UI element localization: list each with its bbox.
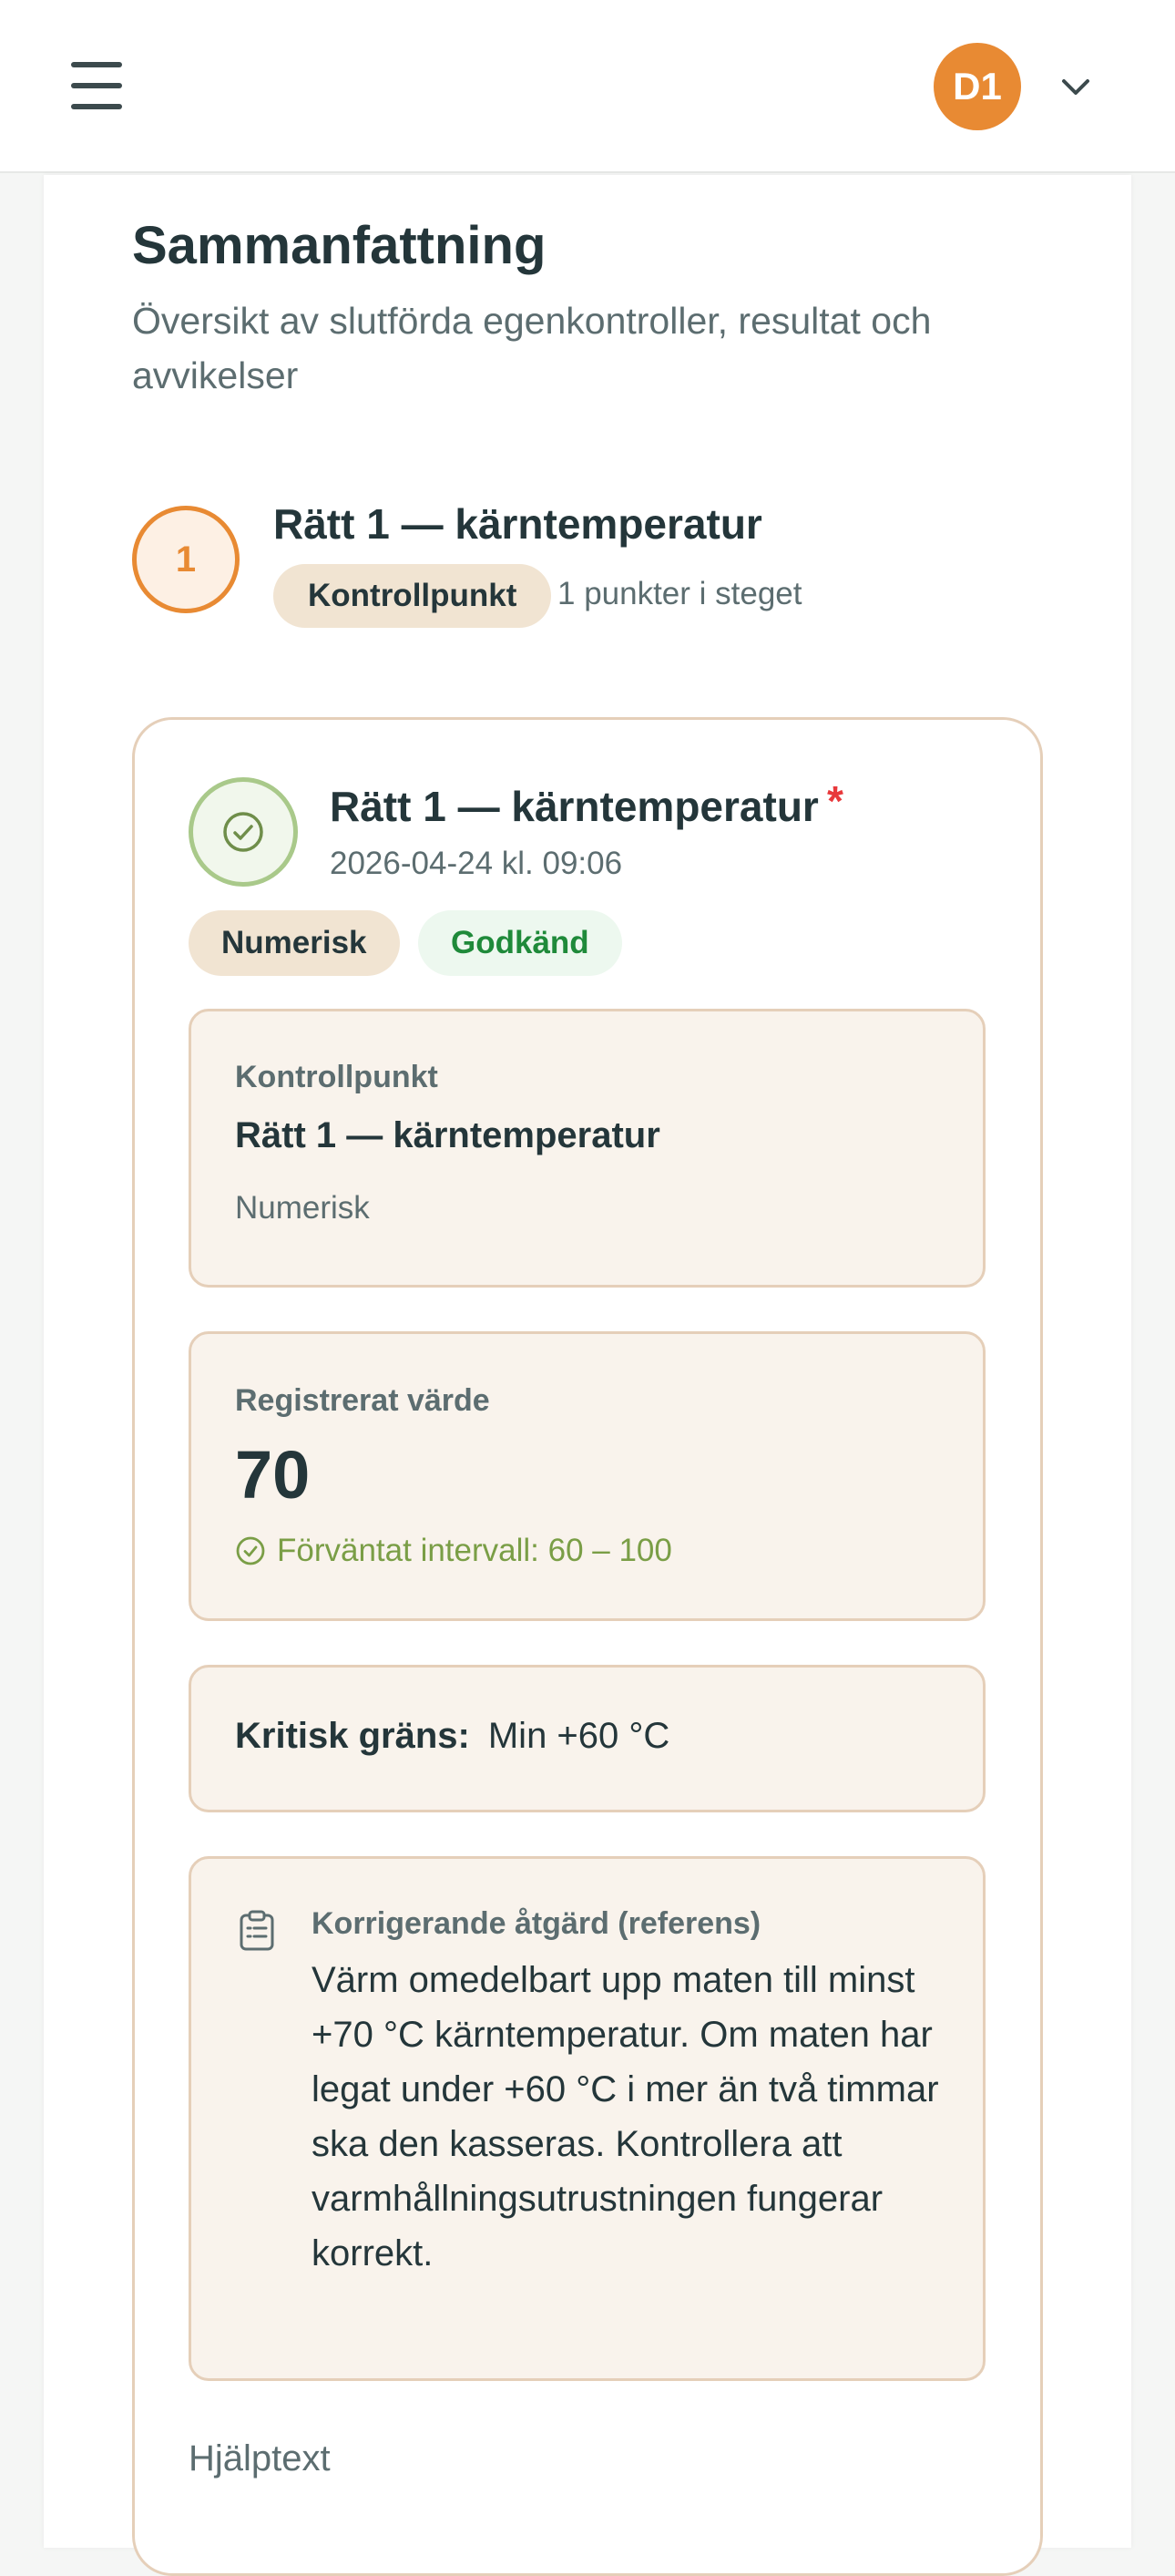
chevron-down-icon[interactable] (1059, 73, 1092, 100)
status-badge: Godkänd (418, 910, 622, 976)
top-bar: D1 (0, 0, 1175, 173)
help-text-label[interactable]: Hjälptext (189, 2438, 331, 2479)
checkpoint-label: Kontrollpunkt (235, 1060, 438, 1094)
item-timestamp: 2026-04-24 kl. 09:06 (330, 846, 623, 881)
step-number-badge: 1 (132, 506, 240, 613)
page-title: Sammanfattning (132, 216, 547, 275)
critical-limit: Kritisk gräns: Min +60 °C (235, 1716, 669, 1757)
corrective-action-text: Värm omedelbart upp maten till minst +70… (312, 1960, 939, 2273)
check-circle-icon (236, 1536, 265, 1565)
step-point-count: 1 punkter i steget (557, 576, 802, 611)
step-title: Rätt 1 — kärntemperatur (273, 500, 762, 548)
hamburger-menu-icon[interactable] (71, 62, 124, 109)
critical-limit-label: Kritisk gräns: (235, 1716, 470, 1756)
avatar[interactable]: D1 (934, 43, 1021, 130)
recorded-value-label: Registrerat värde (235, 1383, 490, 1418)
expected-range-text: Förväntat intervall: 60 – 100 (277, 1533, 672, 1568)
expected-range: Förväntat intervall: 60 – 100 (235, 1533, 672, 1569)
step-type-chip: Kontrollpunkt (273, 564, 552, 628)
item-title: Rätt 1 — kärntemperatur (330, 783, 819, 830)
critical-limit-value: Min +60 °C (487, 1716, 670, 1756)
page-subtitle: Översikt av slutförda egenkontroller, re… (132, 300, 932, 396)
required-marker: * (827, 777, 843, 825)
corrective-action-label: Korrigerande åtgärd (referens) (312, 1906, 761, 1941)
check-circle-icon (189, 777, 298, 887)
type-badge: Numerisk (189, 910, 400, 976)
recorded-value: 70 (235, 1437, 311, 1513)
checkpoint-type: Numerisk (235, 1190, 370, 1226)
checkpoint-name: Rätt 1 — kärntemperatur (235, 1115, 660, 1155)
clipboard-list-icon (240, 1910, 274, 1951)
